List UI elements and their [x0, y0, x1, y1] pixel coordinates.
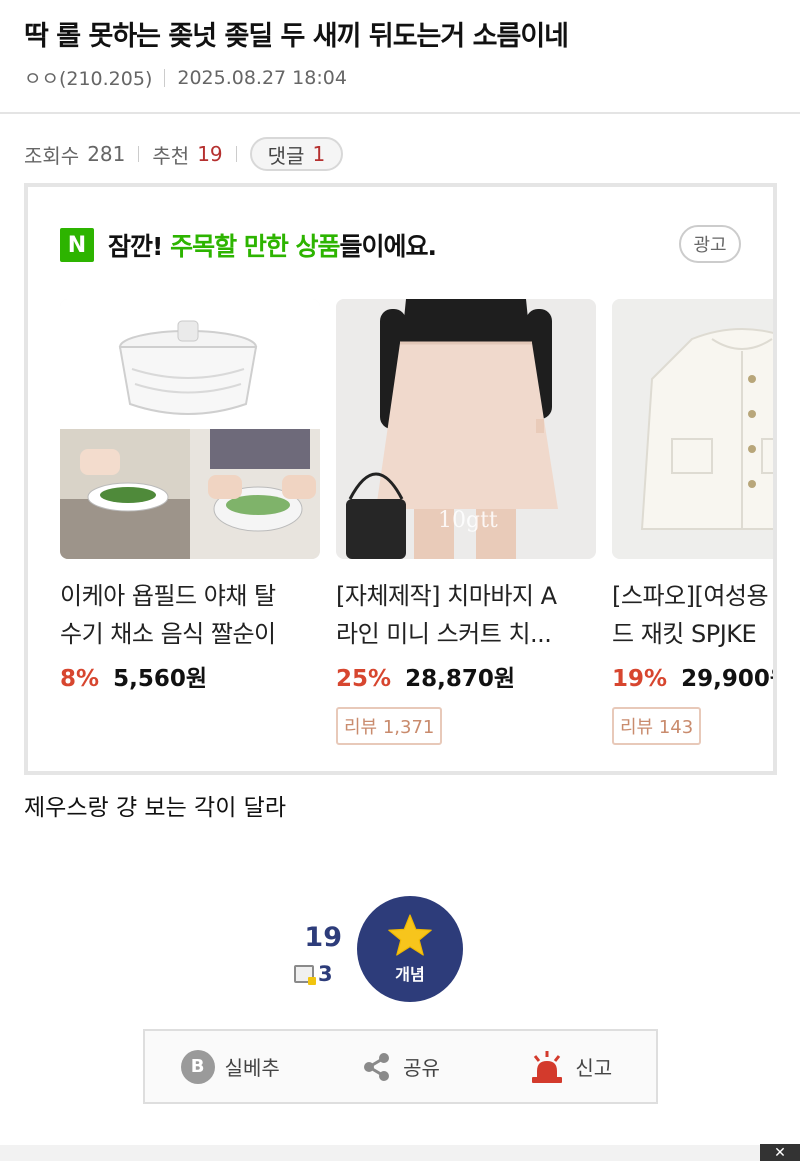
- stat-divider: [235, 146, 237, 162]
- product-price: 29,900원: [681, 666, 773, 692]
- header-divider: [0, 112, 800, 114]
- star-icon: [388, 914, 432, 956]
- salad-spinner-image: [60, 299, 320, 559]
- discount-rate: 25%: [336, 666, 392, 692]
- price-row: 25% 28,870원: [336, 659, 596, 693]
- post-body: 제우스랑 걍 보는 각이 달라: [24, 795, 287, 821]
- stats-row: 조회수 281 추천 19 댓글 1: [24, 136, 344, 172]
- recommend-button-label: 개념: [395, 965, 425, 984]
- review-badge: 리뷰 1,371: [336, 707, 443, 745]
- product-name-line: 수기 채소 음식 짤순이: [60, 620, 276, 648]
- ad-badge[interactable]: 광고: [679, 225, 741, 263]
- product-price: 28,870원: [405, 666, 515, 692]
- comments-button[interactable]: 댓글 1: [249, 137, 344, 171]
- product-image[interactable]: [612, 299, 773, 559]
- skirt-model-image: 10gtt: [336, 299, 596, 559]
- product-name-line: 드 재킷 SPJKE: [612, 620, 757, 648]
- bottom-ad-strip: [0, 1145, 800, 1161]
- stat-divider: [138, 146, 140, 162]
- fixed-user-icon: [294, 965, 316, 985]
- siren-icon: [532, 1050, 563, 1083]
- fixed-recommend-count: 3: [318, 962, 333, 986]
- product-image[interactable]: 10gtt: [336, 299, 596, 559]
- fixed-recommend: 3: [294, 962, 333, 986]
- watermark: 10gtt: [438, 508, 498, 533]
- product-name[interactable]: 이케아 욥필드 야채 탈 수기 채소 음식 짤순이: [60, 577, 320, 653]
- ad-headline: 잠깐! 주목할 만한 상품들이에요.: [108, 227, 437, 263]
- ad-headline-prefix: 잠깐!: [108, 232, 163, 261]
- product-price: 5,560원: [113, 666, 207, 692]
- recommend-count: 19: [197, 142, 223, 166]
- ad-box: N 잠깐! 주목할 만한 상품들이에요. 광고 이케아 욥필드 야채 탈 수기 …: [24, 183, 777, 775]
- share-button[interactable]: 공유: [315, 1051, 485, 1083]
- product-name-line: 이케아 욥필드 야채 탈: [60, 582, 276, 610]
- product-name[interactable]: [자체제작] 치마바지 A 라인 미니 스커트 치...: [336, 577, 596, 653]
- share-icon: [364, 1052, 390, 1081]
- product-image[interactable]: [60, 299, 320, 559]
- product-card[interactable]: 이케아 욥필드 야채 탈 수기 채소 음식 짤순이 8% 5,560원: [60, 299, 320, 693]
- views-count: 281: [87, 142, 126, 166]
- product-name-line: [스파오][여성용: [612, 582, 769, 610]
- post-meta: ㅇㅇ(210.205) 2025.08.27 18:04: [24, 64, 347, 91]
- recommend-button[interactable]: 개념: [357, 896, 463, 1002]
- action-bar: B 실베추 공유 신고: [143, 1029, 658, 1104]
- ad-headline-suffix: 들이에요.: [339, 232, 437, 261]
- product-card[interactable]: [스파오][여성용 드 재킷 SPJKE 19% 29,900원 리뷰 143: [612, 299, 773, 745]
- naver-logo-icon: N: [60, 228, 94, 262]
- silbe-label: 실베추: [224, 1056, 280, 1080]
- post-title: 딱 롤 못하는 좆넛 좆딜 두 새끼 뒤도는거 소름이네: [24, 21, 569, 52]
- silbe-button[interactable]: B 실베추: [145, 1049, 315, 1084]
- jacket-image: [612, 299, 773, 559]
- product-card[interactable]: 10gtt [자체제작] 치마바지 A 라인 미니 스커트 치... 25% 2…: [336, 299, 596, 745]
- recommend-label: 추천: [152, 143, 190, 168]
- comments-count: 1: [312, 142, 326, 166]
- product-name-line: [자체제작] 치마바지 A: [336, 582, 557, 610]
- price-row: 8% 5,560원: [60, 659, 320, 693]
- meta-divider: [164, 68, 166, 87]
- author-name[interactable]: ㅇㅇ(210.205): [24, 64, 152, 91]
- views-label: 조회수: [24, 143, 80, 168]
- report-button[interactable]: 신고: [486, 1049, 656, 1085]
- recommend-total: 19: [304, 922, 342, 953]
- b-icon: B: [180, 1049, 215, 1084]
- product-name-line: 라인 미니 스커트 치...: [336, 620, 552, 648]
- ad-headline-highlight: 주목할 만한 상품: [170, 232, 340, 261]
- ad-header: N 잠깐! 주목할 만한 상품들이에요.: [60, 227, 437, 263]
- product-name[interactable]: [스파오][여성용 드 재킷 SPJKE: [612, 577, 773, 653]
- price-row: 19% 29,900원: [612, 659, 773, 693]
- comments-label: 댓글: [267, 143, 305, 168]
- post-datetime: 2025.08.27 18:04: [177, 66, 347, 89]
- close-icon[interactable]: ✕: [760, 1144, 800, 1161]
- discount-rate: 19%: [612, 666, 668, 692]
- report-label: 신고: [575, 1056, 613, 1080]
- share-label: 공유: [403, 1056, 440, 1080]
- discount-rate: 8%: [60, 666, 100, 692]
- review-badge: 리뷰 143: [612, 707, 702, 745]
